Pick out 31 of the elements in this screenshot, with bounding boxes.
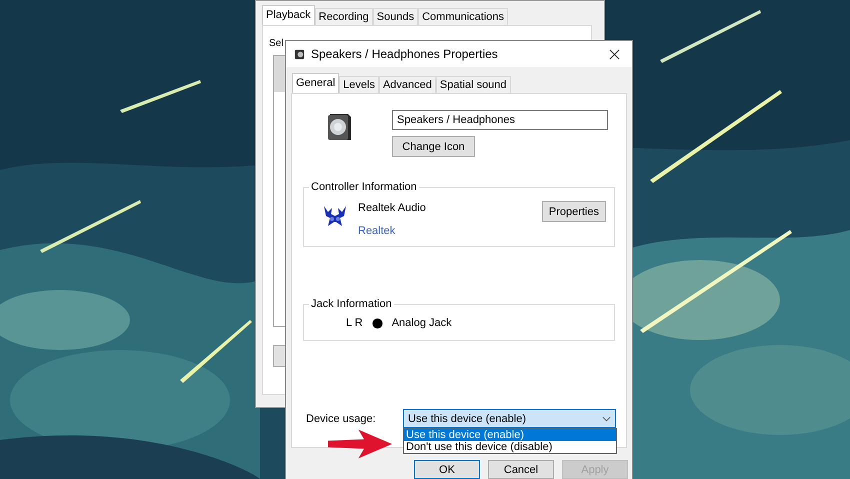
tab[interactable]: Communications: [418, 8, 508, 25]
name-field[interactable]: Speakers / Headphones: [392, 110, 608, 130]
dropdown-option[interactable]: Use this device (enable): [404, 429, 616, 441]
speaker-icon: [326, 112, 352, 142]
channels-label: L R: [346, 317, 363, 329]
jack-dot-icon: [372, 318, 383, 328]
chevron-icon: [602, 416, 611, 422]
tab[interactable]: Playback: [262, 5, 315, 25]
realtek-link[interactable]: Realtek: [358, 225, 542, 237]
controller-name: Realtek Audio: [358, 202, 427, 214]
dialog-button[interactable]: Cancel: [488, 460, 554, 479]
dropdown-option[interactable]: Don't use this device (disable): [404, 441, 616, 453]
tab[interactable]: Spatial sound: [436, 76, 511, 93]
tab[interactable]: Advanced: [378, 76, 436, 93]
speaker-icon: [294, 48, 305, 60]
device-usage-label: Device usage:: [306, 413, 377, 425]
crab-icon: [322, 204, 348, 228]
window-title: Speakers / Headphones Properties: [311, 47, 499, 61]
close-icon[interactable]: [609, 48, 620, 60]
device-usage-dropdown[interactable]: Use this device (enable): [403, 409, 616, 428]
dialog-button[interactable]: OK: [414, 460, 480, 479]
change-icon-button[interactable]: Change Icon: [392, 136, 475, 157]
tab[interactable]: Levels: [339, 76, 379, 93]
jack-label: Analog Jack: [392, 317, 452, 329]
group-title: Controller Information: [309, 181, 419, 193]
group-title: Jack Information: [309, 298, 394, 310]
instruction-text: Sel: [269, 38, 284, 49]
tab[interactable]: Sounds: [372, 8, 418, 25]
properties-button[interactable]: Properties: [542, 201, 606, 222]
tab[interactable]: Recording: [314, 8, 373, 25]
tab[interactable]: General: [292, 73, 340, 93]
